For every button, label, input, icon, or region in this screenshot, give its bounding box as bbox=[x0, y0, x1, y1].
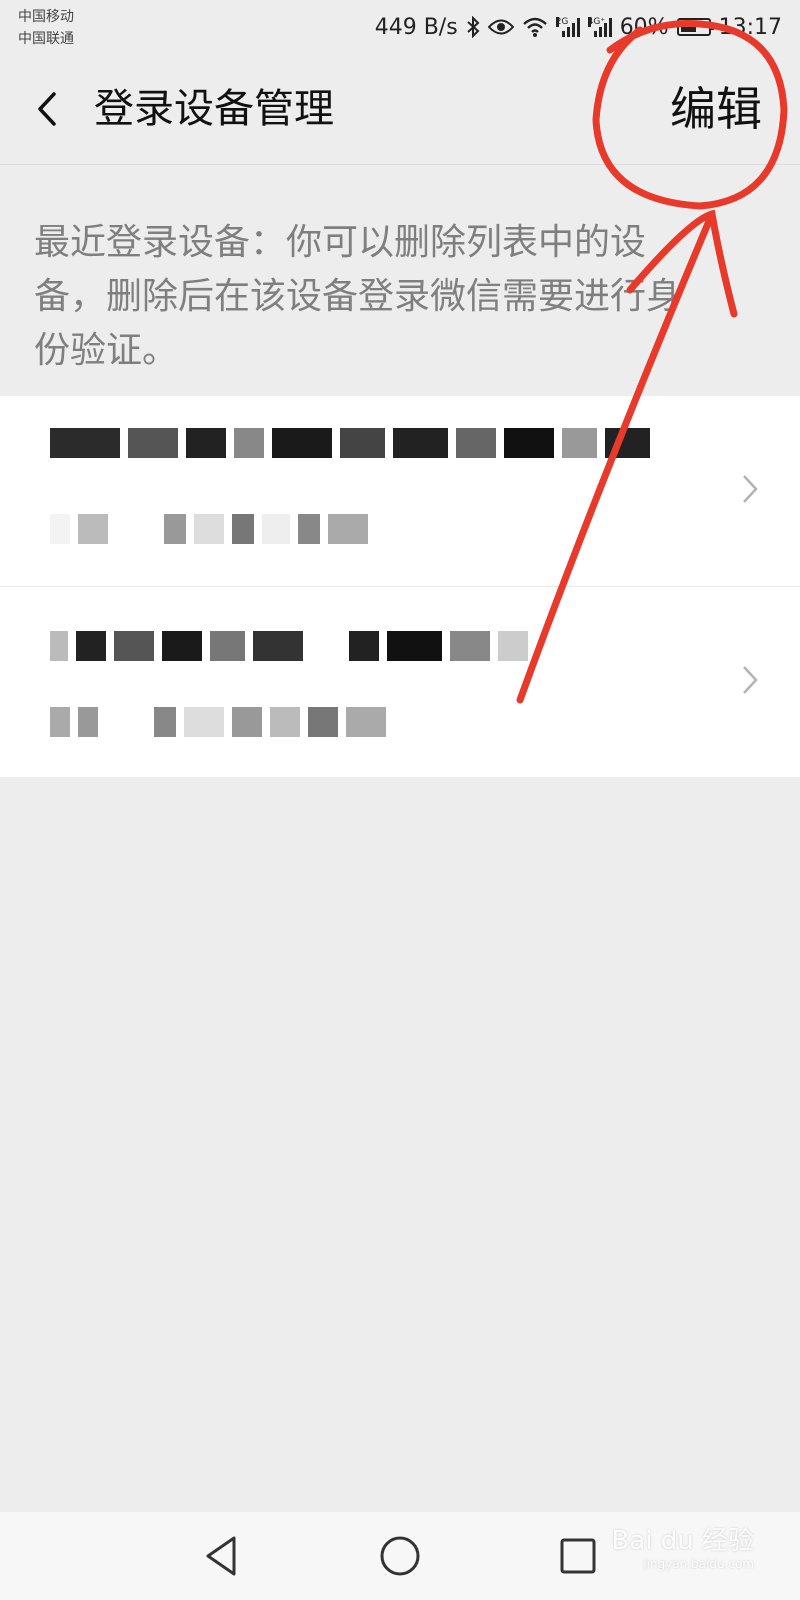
battery-percent: 60% bbox=[619, 14, 669, 40]
battery-icon bbox=[676, 18, 714, 36]
carrier-1: 中国移动 bbox=[18, 9, 74, 25]
signal-icon-1: 2G bbox=[555, 17, 580, 37]
home-nav-icon[interactable] bbox=[374, 1530, 426, 1582]
device-item-1[interactable] bbox=[0, 396, 800, 586]
bluetooth-icon bbox=[467, 16, 480, 38]
device-list bbox=[0, 396, 800, 777]
carrier-2: 中国联通 bbox=[18, 31, 74, 47]
net-speed: 449 B/s bbox=[374, 14, 458, 40]
description-text: 最近登录设备：你可以删除列表中的设备，删除后在该设备登录微信需要进行身份验证。 bbox=[34, 222, 683, 371]
device-name-redacted bbox=[50, 428, 650, 458]
wifi-icon bbox=[522, 17, 547, 37]
back-arrow-icon[interactable] bbox=[30, 84, 70, 134]
device-item-2[interactable] bbox=[0, 586, 800, 777]
signal-1-type: 2G bbox=[555, 17, 569, 27]
status-bar: 中国移动 中国联通 449 B/s 2G 4G⁺ 60% 13:17 bbox=[0, 0, 800, 54]
signal-icon-2: 4G⁺ bbox=[587, 17, 612, 37]
back-nav-icon[interactable] bbox=[196, 1530, 248, 1582]
carrier-info: 中国移动 中国联通 bbox=[18, 6, 74, 50]
edit-button[interactable]: 编辑 bbox=[670, 81, 762, 137]
status-icons: 449 B/s 2G 4G⁺ 60% 13:17 bbox=[375, 10, 782, 44]
chevron-right-icon bbox=[743, 666, 758, 694]
eye-icon bbox=[487, 19, 514, 35]
recents-nav-icon[interactable] bbox=[552, 1530, 604, 1582]
device-name-redacted bbox=[50, 631, 528, 661]
signal-2-type: 4G⁺ bbox=[587, 17, 606, 27]
watermark-brand: Bai du 经验 bbox=[611, 1526, 754, 1556]
device-detail-redacted bbox=[50, 514, 368, 544]
page-title: 登录设备管理 bbox=[94, 86, 334, 132]
device-detail-redacted bbox=[50, 707, 386, 737]
nav-header: 登录设备管理 编辑 bbox=[0, 54, 800, 165]
clock: 13:17 bbox=[718, 14, 782, 40]
watermark: Bai du 经验 jingyan.baidu.com bbox=[611, 1520, 754, 1571]
chevron-right-icon bbox=[743, 475, 758, 503]
watermark-url: jingyan.baidu.com bbox=[643, 1557, 754, 1571]
